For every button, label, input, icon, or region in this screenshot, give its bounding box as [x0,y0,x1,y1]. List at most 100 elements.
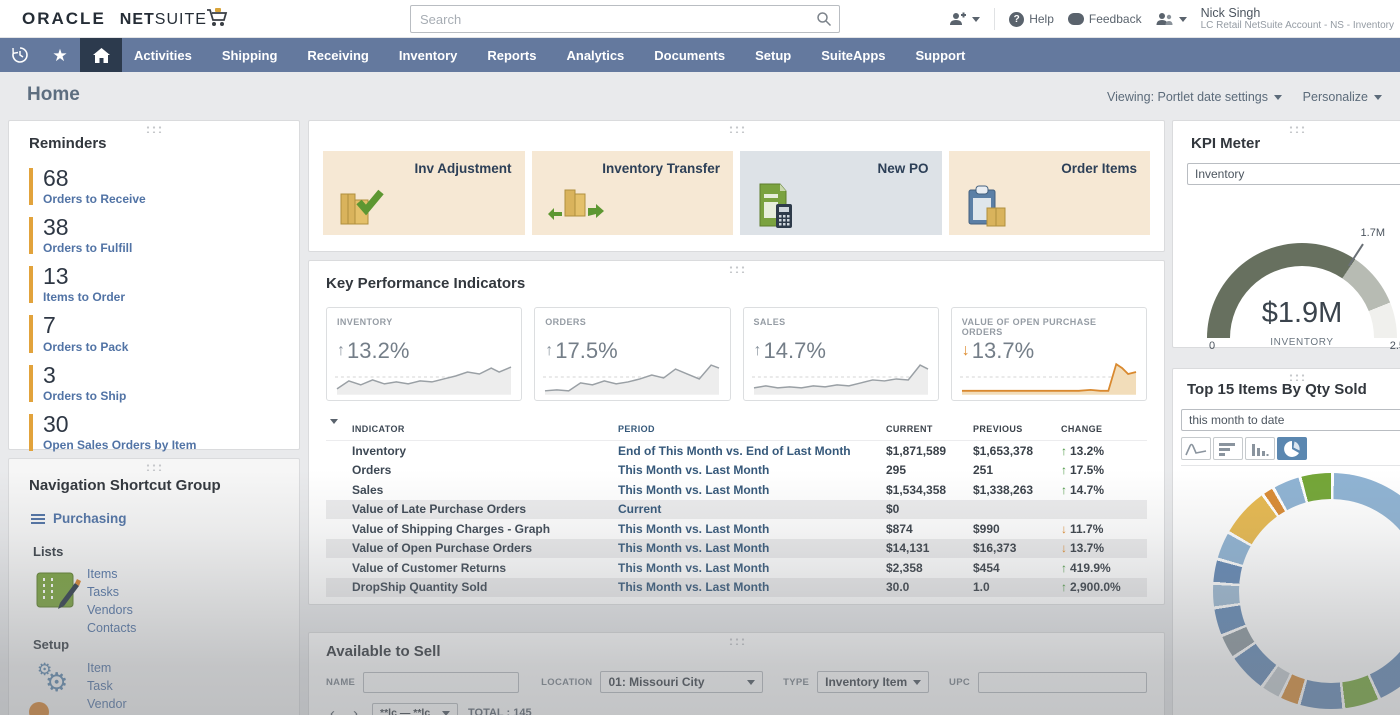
menu-icon [31,513,45,524]
table-row[interactable]: Value of Open Purchase Orders This Month… [326,538,1147,558]
nav-inventory[interactable]: Inventory [399,48,458,63]
help-label: Help [1029,12,1054,26]
prev-page-button[interactable]: ‹ [326,705,339,715]
table-row[interactable]: Value of Late Purchase Orders Current $0 [326,499,1147,519]
portlet-drag-handle[interactable] [1288,373,1306,381]
col-indicator[interactable]: INDICATOR [352,424,618,434]
inventory-adjustment-icon [340,189,384,225]
link-tasks[interactable]: Tasks [87,583,136,601]
reminders-portlet: Reminders 68 Orders to Receive 38 Orders… [8,120,300,452]
kpi-tile-label: VALUE OF OPEN PURCHASE ORDERS [961,317,1097,337]
col-current[interactable]: CURRENT [886,424,973,434]
nav-receiving[interactable]: Receiving [307,48,368,63]
search-input[interactable] [410,5,840,33]
nav-shipping[interactable]: Shipping [222,48,278,63]
reminder-bar [29,168,33,206]
type-select[interactable]: Inventory Item [817,671,930,693]
nav-menu: Activities Shipping Receiving Inventory … [134,38,965,72]
table-row[interactable]: Orders This Month vs. Last Month 295 251… [326,461,1147,481]
tile-inventory-transfer[interactable]: Inventory Transfer [531,151,733,235]
tile-label: Inventory Transfer [602,161,720,176]
upc-input[interactable] [978,671,1147,693]
col-change[interactable]: CHANGE [1061,424,1147,434]
table-row[interactable]: Inventory End of This Month vs. End of L… [326,441,1147,461]
portlet-drag-handle[interactable] [1288,125,1306,133]
kpi-meter-portlet: KPI Meter Inventory $1.9M INVENTORY 1.7M… [1172,120,1400,352]
hbar-chart-button[interactable] [1213,437,1243,460]
nav-suiteapps[interactable]: SuiteApps [821,48,885,63]
reminder-orders-to-fulfill[interactable]: 38 Orders to Fulfill [29,212,285,261]
area-chart-button[interactable] [1181,437,1211,460]
tile-inv-adjustment[interactable]: Inv Adjustment [323,151,525,235]
table-row[interactable]: Sales This Month vs. Last Month $1,534,3… [326,480,1147,500]
kpi-tile-sales[interactable]: SALES ↑ 14.7% [742,307,939,401]
link-task[interactable]: Task [87,677,130,695]
reminder-label: Orders to Pack [43,339,129,354]
reminder-count: 68 [43,165,69,191]
user-menu-button[interactable] [1156,12,1187,27]
link-contacts[interactable]: Contacts [87,619,136,637]
tile-new-po[interactable]: New PO [740,151,942,235]
table-row[interactable]: DropShip Quantity Sold This Month vs. La… [326,577,1147,597]
feedback-button[interactable]: Feedback [1067,12,1142,26]
cell-previous: $454 [973,560,1000,575]
tile-order-items[interactable]: Order Items [948,151,1150,235]
col-previous[interactable]: PREVIOUS [973,424,1061,434]
link-vendor[interactable]: Vendor [87,695,130,713]
portlet-drag-handle[interactable] [727,125,746,133]
location-select[interactable]: 01: Missouri City [600,671,764,693]
portlet-drag-handle[interactable] [727,265,746,273]
link-vendors[interactable]: Vendors [87,601,136,619]
kpi-tile-orders[interactable]: ORDERS ↑ 17.5% [534,307,731,401]
page-header: Home Viewing: Portlet date settings Pers… [0,78,1400,116]
kpi-meter-select[interactable]: Inventory [1187,163,1400,185]
page-range-select[interactable]: **lc — **lc [372,703,458,715]
nav-setup[interactable]: Setup [755,48,791,63]
link-item[interactable]: Item [87,659,130,677]
table-filter-icon[interactable] [330,418,338,434]
nav-reports[interactable]: Reports [487,48,536,63]
portlet-drag-handle[interactable] [145,463,163,471]
name-input[interactable] [363,671,520,693]
cell-current: $1,534,358 [886,482,947,497]
nav-support[interactable]: Support [916,48,966,63]
user-info[interactable]: Nick Singh LC Retail NetSuite Account - … [1201,6,1396,32]
purchasing-group[interactable]: Purchasing [31,511,127,526]
recent-records-button[interactable] [0,38,40,72]
portlet-drag-handle[interactable] [145,125,163,133]
table-row[interactable]: Value of Customer Returns This Month vs.… [326,558,1147,578]
nav-analytics[interactable]: Analytics [566,48,624,63]
vbar-chart-button[interactable] [1245,437,1275,460]
viewing-dropdown[interactable]: Viewing: Portlet date settings [1107,90,1282,104]
personalize-dropdown[interactable]: Personalize [1303,90,1382,104]
date-range-select[interactable]: this month to date [1181,409,1400,431]
reminder-open-sales-orders[interactable]: 30 Open Sales Orders by Item [29,409,285,458]
portlet-drag-handle[interactable] [727,637,746,645]
cell-indicator: Orders [352,463,392,478]
order-items-icon [968,185,1005,227]
oracle-netsuite-logo[interactable]: ORACLE NETSUITE [22,9,207,29]
reminder-orders-to-ship[interactable]: 3 Orders to Ship [29,360,285,409]
shortcuts-button[interactable]: ★ [40,38,80,72]
pie-chart-button[interactable] [1277,437,1307,460]
reminder-items-to-order[interactable]: 13 Items to Order [29,261,285,310]
search-icon[interactable] [816,11,832,32]
top-right-toolbar: ? Help Feedback Nick Singh LC Retail Net… [949,0,1400,38]
nav-documents[interactable]: Documents [654,48,725,63]
reminder-orders-to-pack[interactable]: 7 Orders to Pack [29,310,285,359]
help-button[interactable]: ? Help [1009,11,1054,27]
sparkline-chart [959,362,1138,395]
link-items[interactable]: Items [87,565,136,583]
kpi-tile-open-po-value[interactable]: VALUE OF OPEN PURCHASE ORDERS ↓ 13.7% [950,307,1147,401]
kpi-table-header: INDICATOR PERIOD CURRENT PREVIOUS CHANGE [326,417,1147,441]
reminder-orders-to-receive[interactable]: 68 Orders to Receive [29,163,285,212]
kpi-tile-inventory[interactable]: INVENTORY ↑ 13.2% [326,307,523,401]
col-period[interactable]: PERIOD [618,424,886,434]
next-page-button[interactable]: › [349,705,362,715]
roles-menu-button[interactable] [949,12,981,27]
home-tab-active[interactable] [80,38,122,72]
user-name: Nick Singh [1200,6,1261,21]
table-row[interactable]: Value of Shipping Charges - Graph This M… [326,519,1147,539]
trend-arrow-icon: ↓ [1061,521,1067,536]
nav-activities[interactable]: Activities [134,48,192,63]
